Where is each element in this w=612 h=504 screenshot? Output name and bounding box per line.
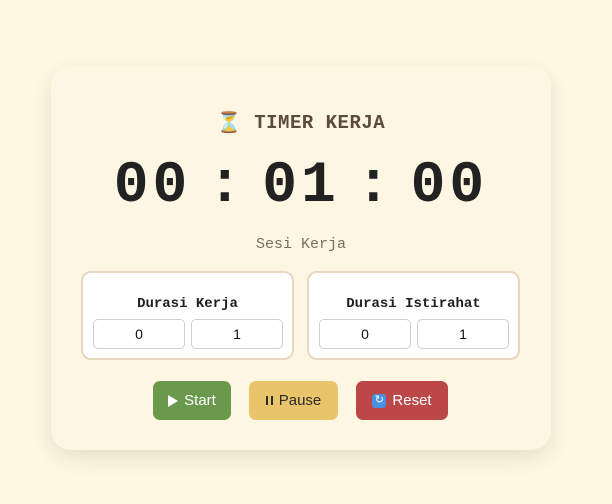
timer-card: ⏳ TIMER KERJA 00:01:00 Sesi Kerja Durasi …: [51, 66, 551, 450]
hourglass-icon: ⏳: [216, 113, 243, 136]
start-button[interactable]: Start: [153, 381, 231, 420]
pause-button[interactable]: Pause: [249, 381, 338, 420]
timer-hours: 00: [113, 154, 192, 219]
reset-button[interactable]: ↻ Reset: [356, 381, 448, 420]
reset-icon: ↻: [372, 393, 387, 408]
app-title-text: TIMER KERJA: [254, 112, 386, 134]
break-minutes-input[interactable]: [417, 319, 509, 349]
timer-separator: :: [207, 154, 247, 219]
session-label: Sesi Kerja: [255, 236, 346, 253]
timer-minutes: 01: [262, 154, 340, 219]
timer-display: 00:01:00: [51, 152, 551, 222]
timer-separator: :: [355, 154, 395, 219]
pause-icon: [265, 396, 273, 405]
start-button-label: Start: [184, 392, 216, 409]
app-title: ⏳ TIMER KERJA: [51, 110, 551, 136]
break-hours-input[interactable]: [319, 319, 411, 349]
break-duration-panel: Durasi Istirahat: [307, 271, 520, 360]
pause-button-label: Pause: [278, 392, 322, 409]
play-icon: [168, 394, 179, 407]
work-hours-input[interactable]: [93, 319, 185, 349]
break-duration-label: Durasi Istirahat: [346, 296, 481, 312]
work-duration-panel: Durasi Kerja: [81, 271, 294, 360]
work-minutes-input[interactable]: [191, 319, 283, 349]
timer-seconds: 00: [410, 154, 489, 219]
work-duration-label: Durasi Kerja: [137, 296, 238, 312]
reset-button-label: Reset: [392, 392, 432, 409]
